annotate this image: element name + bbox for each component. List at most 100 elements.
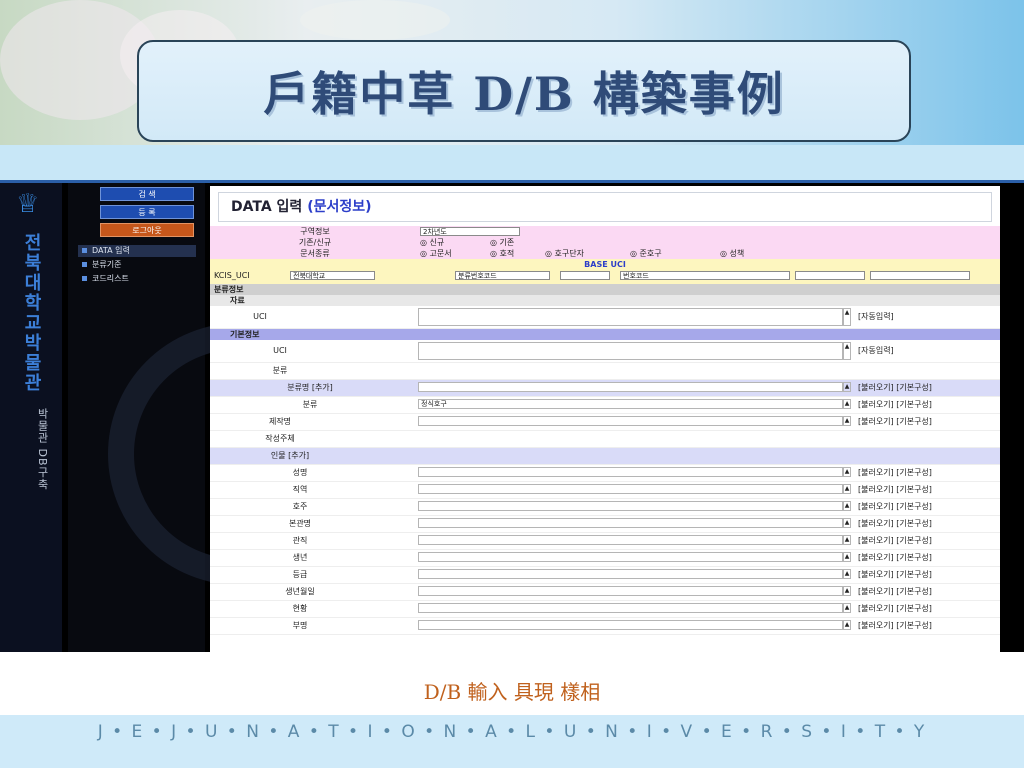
field-input[interactable]: 정식호구: [418, 399, 843, 409]
table-row: 관직 ▲ [불러오기] [기본구성]: [210, 533, 1000, 550]
radio-doc-type[interactable]: ◎ 호구단자: [545, 248, 584, 259]
table-row: 생년 ▲ [불러오기] [기본구성]: [210, 550, 1000, 567]
spinner-icon[interactable]: ▲: [843, 552, 851, 562]
field-input[interactable]: [418, 586, 843, 596]
spinner-icon[interactable]: ▲: [843, 484, 851, 494]
field-actions[interactable]: [불러오기] [기본구성]: [858, 414, 932, 430]
title-band: [0, 145, 1024, 180]
table-row: 성명 ▲ [불러오기] [기본구성]: [210, 465, 1000, 482]
field-label: 성명: [292, 468, 308, 477]
region-select[interactable]: 2차년도: [420, 227, 520, 236]
radio-doc-type[interactable]: ◎ 준호구: [630, 248, 662, 259]
uci-field-a[interactable]: [560, 271, 610, 280]
field-label: 제작명: [268, 417, 292, 426]
uci-field-c[interactable]: [870, 271, 970, 280]
spinner-icon[interactable]: ▲: [843, 501, 851, 511]
field-actions[interactable]: [불러오기] [기본구성]: [858, 618, 932, 634]
spinner-icon[interactable]: ▲: [843, 620, 851, 630]
field-input[interactable]: [418, 342, 843, 360]
field-input[interactable]: [418, 569, 843, 579]
radio-doc-type[interactable]: ◎ 성책: [720, 248, 744, 259]
table-row: 부명 ▲ [불러오기] [기본구성]: [210, 618, 1000, 635]
spinner-icon[interactable]: ▲: [843, 603, 851, 613]
section-sub-title: 자료: [230, 296, 245, 305]
table-row: 생년월일 ▲ [불러오기] [기본구성]: [210, 584, 1000, 601]
field-label: 현황: [292, 604, 308, 613]
uci-prefix: KCIS_UCI: [214, 271, 250, 280]
field-actions[interactable]: [불러오기] [기본구성]: [858, 499, 932, 515]
sidebar-item-code-list[interactable]: 코드리스트: [78, 273, 196, 285]
blossom-decoration: [300, 0, 450, 40]
field-actions[interactable]: [불러오기] [기본구성]: [858, 465, 932, 481]
field-actions[interactable]: [불러오기] [기본구성]: [858, 584, 932, 600]
field-label: 본관명: [288, 519, 312, 528]
field-input[interactable]: [418, 620, 843, 630]
brand-subtitle: 박물관 DB구축: [36, 408, 49, 491]
field-label: 부명: [292, 621, 308, 630]
radio-doc-type[interactable]: ◎ 호적: [490, 248, 514, 259]
field-actions[interactable]: [불러오기] [기본구성]: [858, 533, 932, 549]
field-input[interactable]: [418, 416, 843, 426]
spinner-icon[interactable]: ▲: [843, 535, 851, 545]
main-content: DATA 입력 (문서정보) 구역정보 2차년도 기존/신규 ◎ 신규 ◎ 기존…: [210, 186, 1000, 652]
new-existing-label: 기존/신규: [298, 238, 332, 247]
section-sub-header: 자료: [210, 295, 1000, 306]
field-label: 작성주체: [265, 434, 295, 443]
page-title: DATA 입력: [231, 199, 303, 215]
field-actions[interactable]: [자동입력]: [858, 306, 894, 328]
field-input[interactable]: [418, 535, 843, 545]
register-button[interactable]: 등 록: [100, 205, 194, 219]
field-actions[interactable]: [불러오기] [기본구성]: [858, 397, 932, 413]
field-input[interactable]: [418, 308, 843, 326]
spinner-icon[interactable]: ▲: [843, 586, 851, 596]
radio-existing[interactable]: ◎ 기존: [490, 237, 514, 248]
spinner-icon[interactable]: ▲: [843, 416, 851, 426]
field-input[interactable]: [418, 467, 843, 477]
spinner-icon[interactable]: ▲: [843, 308, 851, 326]
field-actions[interactable]: [불러오기] [기본구성]: [858, 550, 932, 566]
field-actions[interactable]: [불러오기] [기본구성]: [858, 567, 932, 583]
field-actions[interactable]: [불러오기] [기본구성]: [858, 380, 932, 396]
field-label: 인물 [추가]: [270, 451, 310, 460]
uci-select-institution[interactable]: 전북대학교: [290, 271, 375, 280]
logout-button[interactable]: 로그아웃: [100, 223, 194, 237]
uci-field-b[interactable]: [795, 271, 865, 280]
field-actions[interactable]: [불러오기] [기본구성]: [858, 482, 932, 498]
field-actions[interactable]: [불러오기] [기본구성]: [858, 516, 932, 532]
university-logo-icon: ♕: [16, 189, 40, 219]
spinner-icon[interactable]: ▲: [843, 382, 851, 392]
spinner-icon[interactable]: ▲: [843, 342, 851, 360]
doc-type-label: 문서종류: [300, 249, 330, 258]
sidebar-item-category[interactable]: 분류기준: [78, 259, 196, 271]
uci-input-row: KCIS_UCI 전북대학교 분류번호코드 번호코드: [210, 270, 1000, 284]
spinner-icon[interactable]: ▲: [843, 467, 851, 477]
spinner-icon[interactable]: ▲: [843, 518, 851, 528]
region-label: 구역정보: [300, 227, 330, 236]
radio-doc-type[interactable]: ◎ 고문서: [420, 248, 452, 259]
field-input[interactable]: [418, 501, 843, 511]
table-row: 인물 [추가]: [210, 448, 1000, 465]
form-row-region: 구역정보 2차년도: [210, 226, 1000, 237]
field-input[interactable]: [418, 518, 843, 528]
spinner-icon[interactable]: ▲: [843, 399, 851, 409]
field-label: 관직: [292, 536, 308, 545]
brand-strip: ♕ 전북대학교박물관 박물관 DB구축: [0, 183, 62, 652]
sidebar-item-data-input[interactable]: DATA 입력: [78, 245, 196, 257]
field-input[interactable]: [418, 603, 843, 613]
radio-new[interactable]: ◎ 신규: [420, 237, 444, 248]
field-label: 직역: [292, 485, 308, 494]
field-input[interactable]: [418, 484, 843, 494]
uci-select-code[interactable]: 번호코드: [620, 271, 790, 280]
field-input[interactable]: [418, 382, 843, 392]
field-actions[interactable]: [불러오기] [기본구성]: [858, 601, 932, 617]
spinner-icon[interactable]: ▲: [843, 569, 851, 579]
uci-select-category[interactable]: 분류번호코드: [455, 271, 550, 280]
table-row: UCI ▲ [자동입력]: [210, 306, 1000, 329]
sidebar-menu: DATA 입력 분류기준 코드리스트: [78, 245, 196, 285]
table-row: 등급 ▲ [불러오기] [기본구성]: [210, 567, 1000, 584]
search-button[interactable]: 검 색: [100, 187, 194, 201]
field-actions[interactable]: [자동입력]: [858, 340, 894, 362]
table-row: 본관명 ▲ [불러오기] [기본구성]: [210, 516, 1000, 533]
field-input[interactable]: [418, 552, 843, 562]
table-row: 작성주체: [210, 431, 1000, 448]
